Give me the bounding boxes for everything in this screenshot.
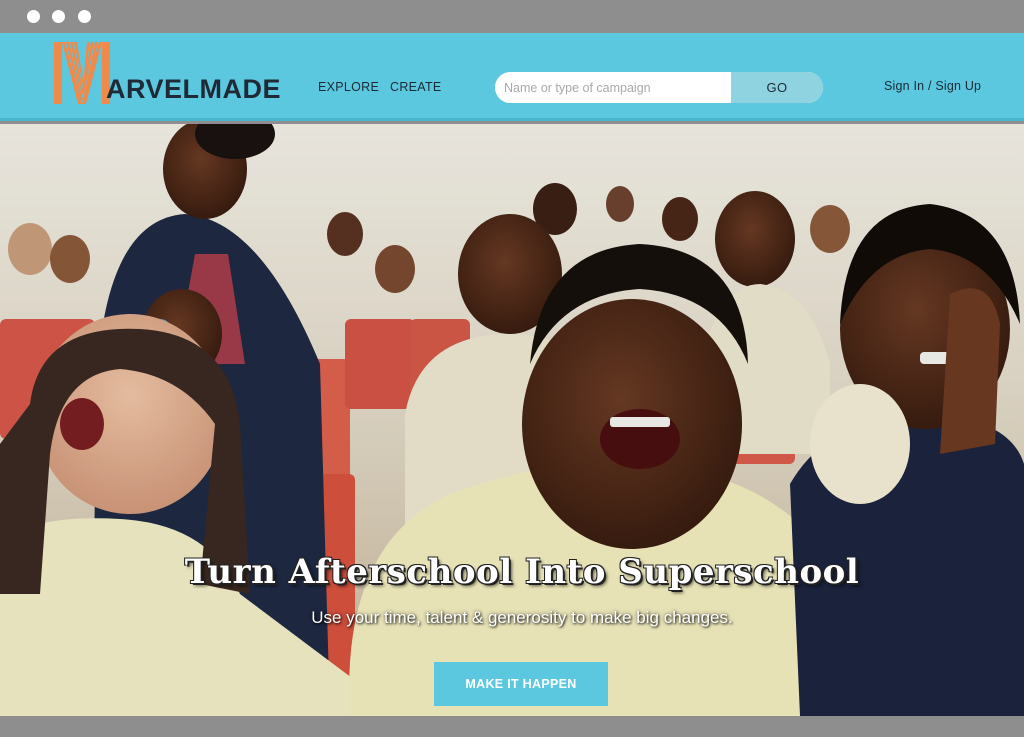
hero-subheadline: Use your time, talent & generosity to ma… <box>311 608 733 627</box>
nav-explore-link[interactable]: EXPLORE <box>318 81 379 94</box>
sign-in-sign-up-link[interactable]: Sign In / Sign Up <box>884 80 981 93</box>
window-control-dot[interactable] <box>27 10 40 23</box>
logo-text: ARVELMADE <box>106 74 282 104</box>
window-bottom-frame <box>0 716 1024 737</box>
hero-headline: Turn Afterschool Into Superschool <box>184 552 860 592</box>
window-titlebar <box>0 0 1024 33</box>
make-it-happen-button[interactable]: MAKE IT HAPPEN <box>434 662 608 706</box>
search-input[interactable] <box>495 72 731 103</box>
campaign-search: GO <box>495 72 823 103</box>
hero-banner: Turn Afterschool Into Superschool Use yo… <box>0 124 1024 716</box>
logo-m-mark-icon <box>54 42 110 104</box>
window-control-dot[interactable] <box>78 10 91 23</box>
site-header: ARVELMADE EXPLORE CREATE GO Sign In / Si… <box>0 33 1024 121</box>
logo[interactable]: ARVELMADE <box>54 42 281 104</box>
browser-window: ARVELMADE EXPLORE CREATE GO Sign In / Si… <box>0 0 1024 737</box>
hero-photo <box>0 124 1024 716</box>
search-go-button[interactable]: GO <box>731 72 823 103</box>
nav-create-link[interactable]: CREATE <box>390 81 442 94</box>
window-control-dot[interactable] <box>52 10 65 23</box>
